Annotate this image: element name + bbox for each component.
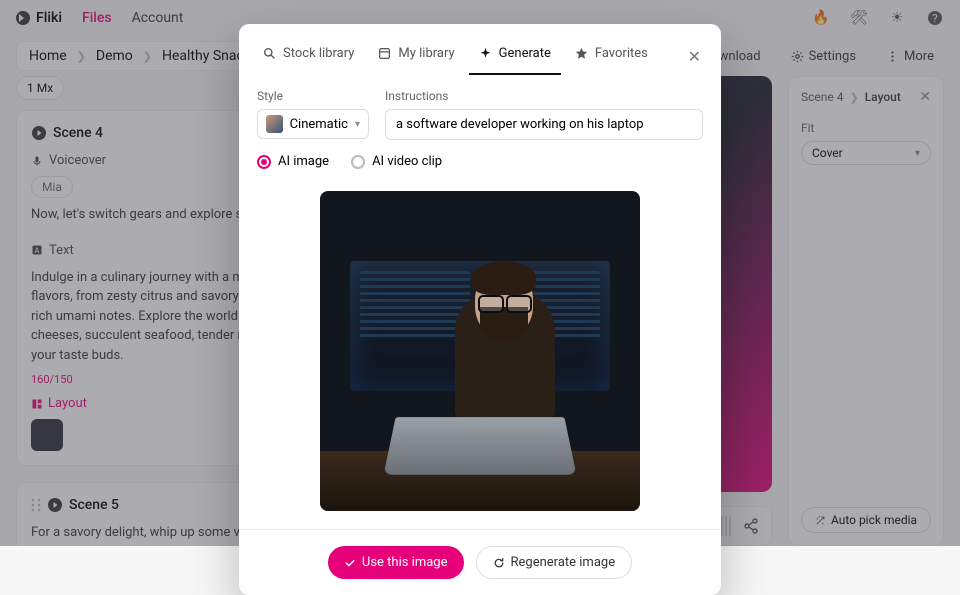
style-label: Style <box>257 89 369 103</box>
modal-overlay: Stock library My library Generate Favori… <box>0 0 960 546</box>
tab-favorites[interactable]: Favorites <box>565 38 658 75</box>
tab-my-library[interactable]: My library <box>368 38 464 75</box>
tab-stock-library[interactable]: Stock library <box>253 38 364 75</box>
search-icon <box>263 47 276 60</box>
regenerate-button[interactable]: Regenerate image <box>476 546 633 579</box>
radio-off-icon <box>351 155 365 169</box>
radio-on-icon <box>257 155 271 169</box>
radio-ai-image[interactable]: AI image <box>257 154 329 169</box>
use-image-button[interactable]: Use this image <box>328 546 464 579</box>
refresh-icon <box>493 557 505 569</box>
star-icon <box>575 47 588 60</box>
check-icon <box>344 557 356 569</box>
chevron-down-icon: ▾ <box>355 119 360 130</box>
instructions-label: Instructions <box>385 89 703 103</box>
instructions-input[interactable] <box>385 109 703 140</box>
radio-ai-video[interactable]: AI video clip <box>351 154 442 169</box>
generated-image-preview <box>320 191 640 511</box>
style-selector[interactable]: Cinematic ▾ <box>257 109 369 139</box>
tab-generate[interactable]: Generate <box>469 38 561 75</box>
library-icon <box>378 47 391 60</box>
generate-modal: Stock library My library Generate Favori… <box>239 24 721 595</box>
close-modal-button[interactable]: ✕ <box>682 41 707 72</box>
sparkle-icon <box>479 47 492 60</box>
style-thumbnail <box>266 115 283 133</box>
